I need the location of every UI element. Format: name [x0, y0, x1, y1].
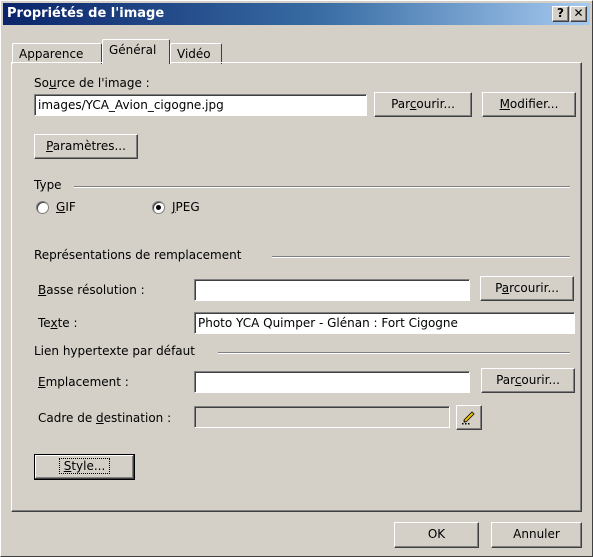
help-button[interactable]: ?: [552, 6, 569, 22]
tab-video[interactable]: Vidéo: [170, 43, 222, 64]
title-bar[interactable]: Propriétés de l'image ? ✕: [3, 3, 590, 25]
tab-video-label: Vidéo: [177, 47, 211, 61]
dialog-window: Propriétés de l'image ? ✕ Apparence Géné…: [0, 0, 593, 557]
tab-apparence-label: Apparence: [19, 47, 84, 61]
ok-button[interactable]: OK: [394, 522, 479, 548]
close-icon: ✕: [573, 6, 584, 20]
help-icon: ?: [557, 6, 564, 20]
window-title: Propriétés de l'image: [7, 6, 165, 21]
close-button[interactable]: ✕: [570, 6, 587, 22]
tab-apparence[interactable]: Apparence: [12, 43, 102, 64]
tab-general[interactable]: Général: [102, 39, 170, 64]
tab-panel-general: [11, 62, 582, 512]
tab-general-label: Général: [109, 43, 157, 57]
cancel-button[interactable]: Annuler: [491, 522, 582, 548]
